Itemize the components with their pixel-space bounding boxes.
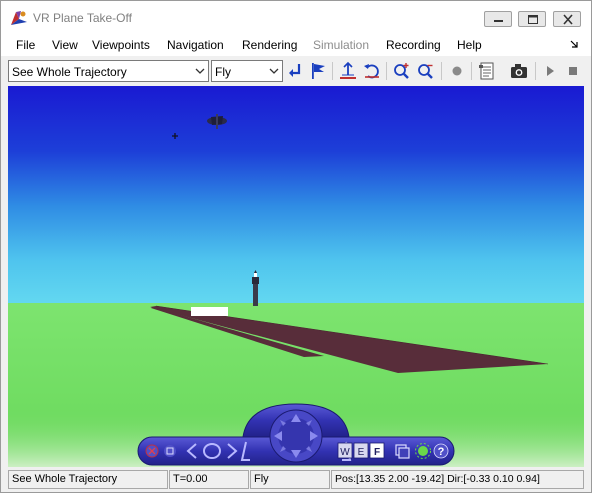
- navigation-mode-select[interactable]: Fly: [211, 60, 283, 82]
- minimize-button[interactable]: [484, 11, 512, 27]
- viewpoint-select[interactable]: See Whole Trajectory: [8, 60, 209, 82]
- status-viewpoint: See Whole Trajectory: [8, 470, 168, 489]
- status-bar: See Whole Trajectory T=0.00 Fly Pos:[13.…: [1, 468, 591, 492]
- menu-recording[interactable]: Recording: [386, 38, 441, 52]
- minimize-panel-icon[interactable]: [164, 445, 176, 457]
- chevron-down-icon: [195, 68, 205, 74]
- status-viewpoint-text: See Whole Trajectory: [12, 473, 118, 485]
- undo-move-button[interactable]: [361, 60, 383, 82]
- status-time-text: T=0.00: [173, 473, 208, 485]
- menu-simulation: Simulation: [313, 38, 370, 52]
- capture-settings-icon: [479, 62, 494, 80]
- chevron-down-icon: [269, 68, 279, 74]
- play-icon: [547, 66, 554, 76]
- stop-icon: [569, 67, 577, 75]
- close-icon: [563, 14, 573, 25]
- status-mode-text: Fly: [254, 473, 269, 485]
- record-button[interactable]: [446, 60, 468, 82]
- window-title: VR Plane Take-Off: [33, 11, 132, 25]
- toolbar: See Whole Trajectory Fly: [1, 57, 591, 85]
- vr-scene-viewport[interactable]: W E F ?: [8, 86, 584, 467]
- walk-mode-icon[interactable]: W: [337, 442, 353, 459]
- status-position: Pos:[13.35 2.00 -19.42] Dir:[-0.33 0.10 …: [331, 470, 584, 489]
- examine-mode-icon[interactable]: E: [353, 442, 369, 459]
- svg-text:?: ?: [438, 446, 445, 458]
- capture-settings-button[interactable]: [476, 60, 498, 82]
- zoom-in-icon: [394, 63, 409, 79]
- straighten-up-button[interactable]: [337, 60, 359, 82]
- help-icon[interactable]: ?: [433, 443, 449, 459]
- undo-move-icon: [364, 64, 379, 79]
- menu-rendering[interactable]: Rendering: [242, 38, 297, 52]
- snapshot-button[interactable]: [508, 60, 530, 82]
- toolbar-dock-arrow-icon[interactable]: [569, 39, 579, 49]
- stop-button[interactable]: [562, 60, 584, 82]
- simulink-3d-app-icon: [11, 11, 27, 25]
- svg-text:E: E: [358, 447, 365, 458]
- status-mode: Fly: [250, 470, 330, 489]
- menu-help[interactable]: Help: [457, 38, 482, 52]
- vr-scene: W E F ?: [8, 86, 584, 467]
- svg-text:W: W: [340, 447, 350, 458]
- return-to-viewpoint-icon: [289, 64, 301, 77]
- toolbar-separator: [535, 62, 536, 80]
- toolbar-separator: [386, 62, 387, 80]
- menu-bar: File View Viewpoints Navigation Renderin…: [1, 34, 591, 56]
- title-bar: VR Plane Take-Off: [1, 1, 591, 34]
- sky: [8, 86, 584, 304]
- menu-view[interactable]: View: [52, 38, 78, 52]
- toolbar-separator: [332, 62, 333, 80]
- zoom-out-icon: [418, 64, 433, 79]
- close-button[interactable]: [553, 11, 581, 27]
- create-viewpoint-icon: [312, 63, 325, 79]
- toolbar-separator: [471, 62, 472, 80]
- record-icon: [452, 66, 462, 76]
- snapshot-icon: [511, 64, 527, 78]
- status-time: T=0.00: [169, 470, 249, 489]
- fly-mode-icon[interactable]: F: [369, 442, 385, 459]
- viewpoint-select-value: See Whole Trajectory: [12, 65, 127, 79]
- return-to-viewpoint-button[interactable]: [285, 60, 307, 82]
- zoom-out-button[interactable]: [415, 60, 437, 82]
- create-viewpoint-button[interactable]: [307, 60, 329, 82]
- menu-file[interactable]: File: [16, 38, 35, 52]
- hangar: [191, 307, 228, 316]
- maximize-button[interactable]: [518, 11, 546, 27]
- play-button[interactable]: [539, 60, 561, 82]
- app-window: VR Plane Take-Off File View Viewpoints N…: [0, 0, 592, 493]
- svg-text:F: F: [374, 447, 380, 458]
- navigation-mode-value: Fly: [215, 65, 231, 79]
- toolbar-separator: [441, 62, 442, 80]
- zoom-in-button[interactable]: [391, 60, 413, 82]
- maximize-icon: [528, 15, 538, 24]
- minimize-icon: [494, 20, 503, 22]
- menu-viewpoints[interactable]: Viewpoints: [92, 38, 150, 52]
- straighten-up-icon: [340, 61, 356, 79]
- status-position-text: Pos:[13.35 2.00 -19.42] Dir:[-0.33 0.10 …: [335, 473, 540, 485]
- menu-navigation[interactable]: Navigation: [167, 38, 224, 52]
